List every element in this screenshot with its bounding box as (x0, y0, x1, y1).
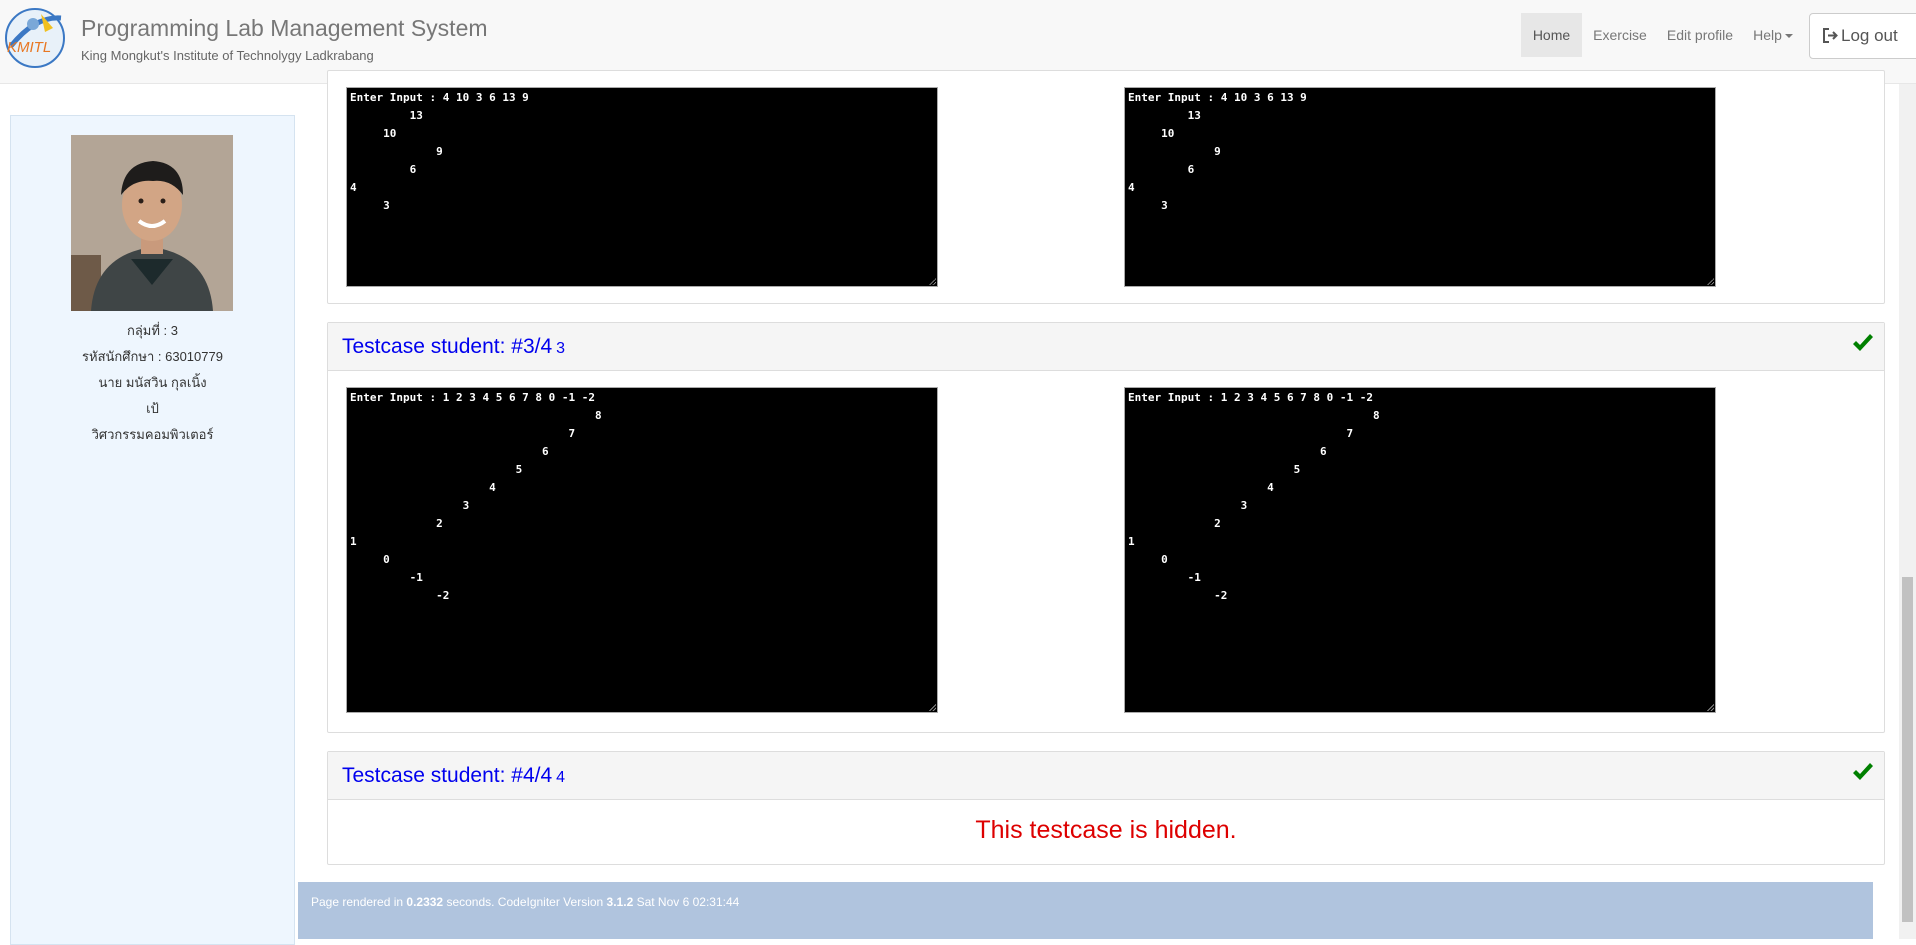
page-scrollbar[interactable] (1899, 84, 1916, 939)
student-output-textarea[interactable]: Enter Input : 4 10 3 6 13 9 13 10 9 6 4 … (1124, 87, 1716, 287)
hidden-testcase-message: This testcase is hidden. (975, 816, 1237, 844)
footer-render-time: 0.2332 (406, 895, 444, 909)
nav-help-label: Help (1753, 27, 1782, 43)
nav-help-dropdown[interactable]: Help (1749, 13, 1797, 57)
expected-output-textarea[interactable]: Enter Input : 4 10 3 6 13 9 13 10 9 6 4 … (346, 87, 938, 287)
app-title[interactable]: Programming Lab Management System (81, 15, 488, 42)
student-id: รหัสนักศึกษา : 63010779 (82, 349, 223, 364)
footer-text: Page rendered in 0.2332 seconds. CodeIgn… (311, 895, 739, 909)
testcase-header: Testcase student: #4/4 4 (328, 752, 1884, 800)
check-icon (1853, 763, 1873, 780)
testcase-title: Testcase student: #4/4 4 (342, 764, 565, 788)
testcase-header: Testcase student: #3/4 3 (328, 323, 1884, 371)
footer-middle: seconds. CodeIgniter Version (443, 895, 607, 909)
footer-prefix: Page rendered in (311, 895, 407, 909)
student-group: กลุ่มที่ : 3 (126, 323, 179, 338)
logout-icon (1823, 28, 1838, 43)
svg-text:KMITL: KMITL (7, 39, 51, 56)
nav-home[interactable]: Home (1521, 13, 1582, 57)
footer-date: Sat Nov 6 02:31:44 (633, 895, 740, 909)
student-nickname: เป้ (146, 401, 159, 416)
testcase-number: 4 (556, 769, 566, 786)
student-output-textarea[interactable]: Enter Input : 1 2 3 4 5 6 7 8 0 -1 -2 8 … (1124, 387, 1716, 713)
student-avatar (71, 135, 233, 311)
scrollbar-thumb[interactable] (1902, 577, 1913, 922)
footer-version: 3.1.2 (606, 895, 634, 909)
student-department: วิศวกรรมคอมพิวเตอร์ (91, 427, 214, 442)
nav-edit-profile[interactable]: Edit profile (1660, 13, 1740, 57)
logout-label: Log out (1841, 26, 1898, 45)
student-name: นาย มนัสวิน กุลเนิ้ง (98, 375, 207, 390)
testcase-title-text: Testcase student: #4/4 (342, 764, 553, 787)
caret-down-icon (1784, 34, 1793, 39)
kmitl-logo[interactable]: KMITL (3, 6, 67, 70)
nav-exercise[interactable]: Exercise (1589, 13, 1651, 57)
testcase-panel-4: Testcase student: #4/4 4 This testcase is… (327, 751, 1885, 865)
logout-button[interactable]: Log out (1809, 13, 1916, 59)
testcase-title: Testcase student: #3/4 3 (342, 335, 565, 359)
testcase-panel-2: Enter Input : 4 10 3 6 13 9 13 10 9 6 4 … (327, 70, 1885, 304)
app-subtitle: King Mongkut's Institute of Technolygy L… (81, 48, 374, 63)
testcase-panel-3: Testcase student: #3/4 3 Enter Input : 1 … (327, 322, 1885, 733)
check-icon (1853, 334, 1873, 351)
testcase-title-text: Testcase student: #3/4 (342, 335, 553, 358)
testcase-number: 3 (556, 340, 566, 357)
student-profile-sidebar: กลุ่มที่ : 3 รหัสนักศึกษา : 63010779 นาย… (10, 115, 295, 945)
expected-output-textarea[interactable]: Enter Input : 1 2 3 4 5 6 7 8 0 -1 -2 8 … (346, 387, 938, 713)
page-footer: Page rendered in 0.2332 seconds. CodeIgn… (298, 882, 1873, 939)
